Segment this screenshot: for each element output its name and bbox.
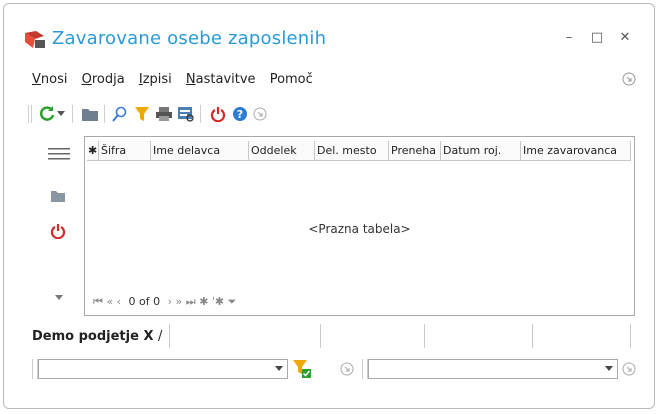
- power-icon[interactable]: [50, 223, 66, 239]
- record-count: 0 of 0: [128, 295, 161, 308]
- minimize-button[interactable]: –: [560, 29, 578, 47]
- first-record-icon[interactable]: ⏮: [93, 295, 103, 308]
- search-icon[interactable]: [110, 104, 130, 124]
- toolbar-separator: [72, 105, 73, 123]
- record-navigator: ⏮ « ‹ 0 of 0 › » ⏭ ✱ '✱ ⏷: [93, 295, 236, 309]
- filter-apply-icon[interactable]: [292, 359, 312, 379]
- expand-circle-icon[interactable]: [250, 104, 270, 124]
- close-button[interactable]: ✕: [616, 29, 634, 47]
- column-header[interactable]: Del. mesto: [315, 141, 389, 161]
- divider: [532, 324, 533, 348]
- expand-circle-icon[interactable]: [622, 362, 636, 376]
- secondary-select[interactable]: [368, 359, 618, 379]
- chevron-down-icon[interactable]: [56, 104, 66, 124]
- divider: [320, 324, 321, 348]
- column-header[interactable]: Ime zavarovanca: [521, 141, 631, 161]
- menu-nastavitve[interactable]: Nastavitve: [186, 72, 256, 87]
- divider: [630, 324, 631, 348]
- toolbar-separator: [200, 105, 201, 123]
- print-preview-icon[interactable]: [176, 104, 196, 124]
- column-header[interactable]: Oddelek: [249, 141, 315, 161]
- menu-vnosi[interactable]: Vnosi: [32, 72, 67, 87]
- next-record-icon[interactable]: ›: [168, 295, 172, 308]
- column-header[interactable]: Ime delavca: [151, 141, 249, 161]
- prev-page-icon[interactable]: «: [106, 295, 113, 308]
- prev-record-icon[interactable]: ‹: [117, 295, 121, 308]
- menu-pomoc[interactable]: Pomoč: [270, 72, 313, 87]
- tab-separator: /: [158, 329, 163, 344]
- new-row-icon[interactable]: ✱: [87, 141, 99, 161]
- toolbar-grip: [31, 105, 32, 123]
- divider: [424, 324, 425, 348]
- filter-select[interactable]: [38, 359, 288, 379]
- divider: [169, 324, 170, 348]
- expand-circle-icon[interactable]: [340, 362, 354, 376]
- append-record-icon[interactable]: ✱: [199, 295, 208, 308]
- help-icon[interactable]: ?: [230, 104, 250, 124]
- edit-record-icon[interactable]: '✱: [212, 295, 224, 308]
- refresh-icon[interactable]: [37, 104, 57, 124]
- column-header[interactable]: Datum roj.: [441, 141, 521, 161]
- hamburger-menu-icon[interactable]: [48, 147, 70, 161]
- chevron-down-icon[interactable]: [605, 366, 613, 371]
- left-pane: [44, 139, 76, 319]
- window-title: Zavarovane osebe zaposlenih: [52, 28, 327, 49]
- menu-orodja[interactable]: Orodja: [82, 72, 125, 87]
- empty-table-message: <Prazna tabela>: [308, 222, 411, 236]
- title-bar: Zavarovane osebe zaposlenih – □ ✕: [4, 4, 654, 64]
- app-window: Zavarovane osebe zaposlenih – □ ✕ Vnosi …: [3, 3, 655, 409]
- column-header[interactable]: Preneha: [389, 141, 441, 161]
- data-grid[interactable]: ✱ Šifra Ime delavca Oddelek Del. mesto P…: [84, 136, 635, 316]
- tab-demo-podjetje[interactable]: Demo podjetje X: [32, 329, 153, 344]
- toolbar: ?: [28, 104, 348, 126]
- menu-bar: Vnosi Orodja Izpisi Nastavitve Pomoč: [32, 72, 323, 87]
- folder-icon[interactable]: [50, 189, 66, 203]
- filter-icon[interactable]: ⏷: [228, 295, 237, 308]
- column-header[interactable]: Šifra: [99, 141, 151, 161]
- power-icon[interactable]: [208, 104, 228, 124]
- svg-text:?: ?: [237, 108, 243, 121]
- print-icon[interactable]: [154, 104, 174, 124]
- folder-icon[interactable]: [80, 104, 100, 124]
- next-page-icon[interactable]: »: [176, 295, 183, 308]
- expand-circle-icon[interactable]: [622, 72, 636, 86]
- menu-izpisi[interactable]: Izpisi: [139, 72, 172, 87]
- toolbar-grip: [28, 105, 29, 123]
- chevron-down-icon[interactable]: [275, 366, 283, 371]
- maximize-button[interactable]: □: [588, 29, 606, 47]
- toolbar-separator: [104, 105, 105, 123]
- bottom-tabs: Demo podjetje X /: [32, 329, 162, 344]
- filter-icon[interactable]: [132, 104, 152, 124]
- chevron-down-icon[interactable]: [55, 295, 63, 301]
- last-record-icon[interactable]: ⏭: [186, 295, 196, 308]
- app-logo-icon: [25, 31, 45, 48]
